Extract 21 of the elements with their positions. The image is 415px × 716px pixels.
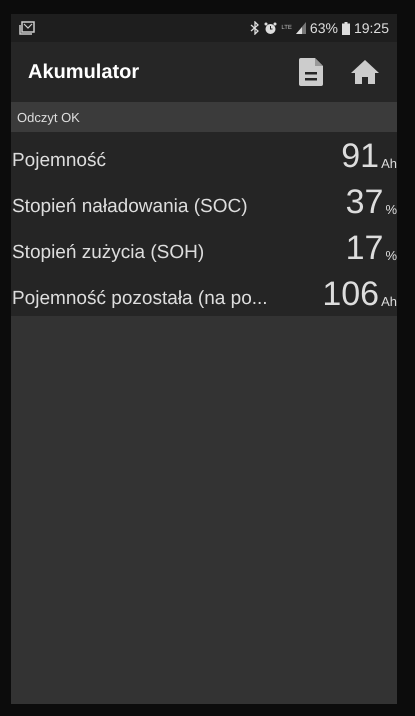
reading-value: 106 bbox=[322, 277, 380, 315]
status-message: Odczyt OK bbox=[17, 110, 80, 124]
reading-unit: Ah bbox=[381, 156, 397, 173]
reading-label: Stopień naładowania (SOC) bbox=[12, 196, 249, 219]
reading-unit: Ah bbox=[381, 294, 397, 311]
battery-percent: 63% bbox=[310, 20, 338, 36]
signal-icon bbox=[296, 22, 306, 34]
reading-value: 37 bbox=[346, 185, 384, 223]
battery-icon bbox=[342, 22, 350, 34]
reading-label: Stopień zużycia (SOH) bbox=[12, 242, 206, 265]
screen-title: Akumulator bbox=[28, 60, 140, 84]
clock: 19:25 bbox=[354, 20, 389, 36]
reading-unit: % bbox=[385, 202, 397, 219]
reading-value: 17 bbox=[346, 231, 384, 269]
reading-unit: % bbox=[385, 248, 397, 265]
reading-label: Pojemność pozostała (na po... bbox=[12, 288, 269, 311]
reading-value: 91 bbox=[341, 139, 380, 177]
bluetooth-icon bbox=[250, 21, 260, 35]
gallery-icon bbox=[19, 21, 35, 35]
alarm-icon bbox=[264, 22, 278, 34]
reading-label: Pojemność bbox=[12, 150, 107, 173]
